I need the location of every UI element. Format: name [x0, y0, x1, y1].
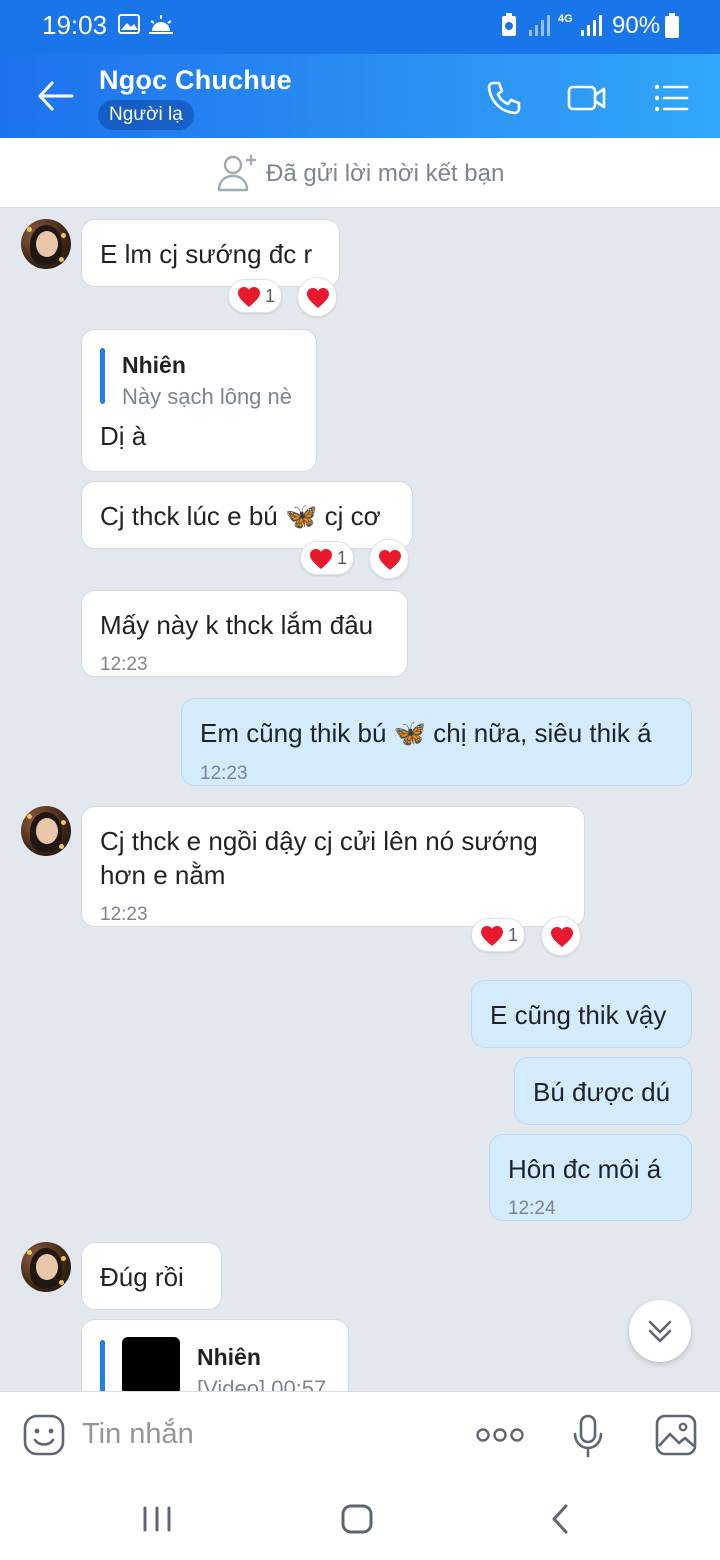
my-message-bubble[interactable]: E cũng thik vậy [471, 980, 692, 1048]
react-heart-button[interactable] [297, 277, 337, 317]
network-type-label: 4G [558, 13, 573, 25]
message-text: Mấy này k thck lắm đâu [100, 610, 374, 640]
message-input-bar: Tin nhắn [0, 1391, 720, 1479]
scroll-to-bottom-button[interactable] [629, 1300, 691, 1362]
image-gallery-icon[interactable] [654, 1413, 698, 1457]
contact-name[interactable]: Ngọc Chuchue [99, 65, 292, 96]
message-text: Cj thck lúc e bú 🦋 cj cơ [100, 501, 381, 531]
system-navigation-bar [0, 1479, 720, 1560]
signal-icon [529, 15, 550, 36]
signal-4g-icon [581, 15, 602, 36]
back-arrow-icon[interactable] [36, 78, 76, 114]
heart-icon [379, 550, 401, 570]
message-time: 12:24 [508, 1198, 556, 1219]
quote-accent-bar [100, 348, 105, 404]
reply-message-bubble[interactable]: Nhiên [Video] 00:57 [81, 1319, 349, 1391]
my-message-bubble[interactable]: Em cũng thik bú 🦋 chị nữa, siêu thik á 1… [181, 698, 692, 786]
reaction-count-badge[interactable]: 1 [300, 541, 354, 575]
message-bubble[interactable]: Cj thck e ngồi dậy cj cửi lên nó sướng h… [81, 806, 585, 927]
heart-icon [551, 927, 573, 947]
message-text: Bú được dú [533, 1077, 671, 1107]
heart-icon [307, 288, 329, 308]
message-text: Dị à [100, 421, 147, 451]
contact-avatar[interactable] [21, 219, 71, 269]
gallery-icon [118, 14, 140, 34]
emoji-sticker-icon[interactable] [22, 1413, 66, 1457]
video-call-icon[interactable] [566, 78, 608, 118]
heart-icon [238, 287, 260, 307]
message-text: E lm cj sướng đc r [100, 239, 313, 269]
message-text-line-1: Cj thck e ngồi dậy cj cửi lên nó sướng [100, 826, 538, 856]
message-time: 12:23 [100, 904, 148, 925]
quoted-sender-name: Nhiên [197, 1344, 261, 1370]
reaction-count: 1 [508, 925, 519, 945]
home-icon[interactable] [340, 1503, 374, 1535]
heart-icon [310, 549, 332, 569]
reply-message-bubble[interactable]: Nhiên Này sạch lông nè Dị à [81, 329, 317, 472]
menu-list-icon[interactable] [652, 78, 692, 118]
heart-icon [481, 926, 503, 946]
react-heart-button[interactable] [541, 916, 581, 956]
phone-icon[interactable] [484, 78, 524, 118]
my-message-bubble[interactable]: Hôn đc môi á 12:24 [489, 1134, 692, 1221]
recent-apps-icon[interactable] [140, 1505, 174, 1533]
message-list[interactable]: E lm cj sướng đc r 1 Nhiên Này sạch lông… [0, 208, 720, 1391]
battery-icon [665, 13, 679, 38]
message-text: Hôn đc môi á [508, 1154, 662, 1184]
status-time: 19:03 [42, 10, 108, 40]
reaction-count: 1 [337, 548, 348, 568]
contact-avatar[interactable] [21, 1242, 71, 1292]
message-input[interactable]: Tin nhắn [82, 1418, 194, 1451]
quote-accent-bar [100, 1340, 105, 1391]
microphone-icon[interactable] [572, 1414, 604, 1458]
weather-icon [149, 15, 173, 34]
my-message-bubble[interactable]: Bú được dú [514, 1057, 692, 1125]
double-chevron-down-icon [648, 1320, 672, 1343]
quoted-message-text: Này sạch lông nè [122, 384, 292, 409]
message-text: E cũng thik vậy [490, 1000, 667, 1030]
friend-request-text: Đã gửi lời mời kết bạn [266, 160, 505, 187]
chat-header: Ngọc Chuchue Người lạ [0, 54, 720, 138]
message-time: 12:23 [100, 654, 148, 675]
message-text: Em cũng thik bú 🦋 chị nữa, siêu thik á [200, 718, 652, 748]
battery-percent: 90% [612, 12, 661, 39]
message-bubble[interactable]: Cj thck lúc e bú 🦋 cj cơ [81, 481, 413, 549]
message-text: Đúg rồi [100, 1262, 184, 1292]
quoted-video-info: [Video] 00:57 [197, 1376, 327, 1391]
reaction-count-badge[interactable]: 1 [471, 918, 525, 952]
back-icon[interactable] [548, 1503, 572, 1535]
add-friend-icon [217, 155, 256, 192]
more-options-icon[interactable] [476, 1426, 524, 1444]
reaction-count: 1 [265, 286, 276, 306]
video-thumbnail[interactable] [122, 1337, 180, 1391]
contact-avatar[interactable] [21, 806, 71, 856]
message-bubble[interactable]: E lm cj sướng đc r [81, 219, 340, 287]
quoted-sender-name: Nhiên [122, 352, 186, 378]
status-bar: 19:03 4G 90% [0, 0, 720, 54]
react-heart-button[interactable] [369, 539, 409, 579]
reaction-count-badge[interactable]: 1 [228, 279, 282, 313]
message-text-line-2: hơn e nằm [100, 860, 226, 890]
battery-saver-icon [502, 13, 516, 36]
stranger-badge: Người lạ [98, 100, 194, 130]
message-bubble[interactable]: Đúg rồi [81, 1242, 222, 1310]
friend-request-banner[interactable]: Đã gửi lời mời kết bạn [0, 138, 720, 208]
message-bubble[interactable]: Mấy này k thck lắm đâu 12:23 [81, 590, 408, 677]
message-time: 12:23 [200, 763, 248, 784]
